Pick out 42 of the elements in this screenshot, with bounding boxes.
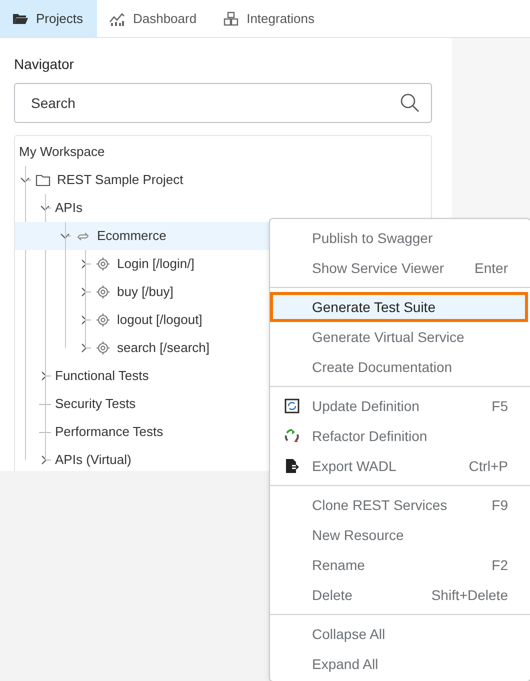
menu-item[interactable]: Generate Virtual Service bbox=[270, 322, 530, 352]
menu-item[interactable]: Create Documentation bbox=[270, 352, 530, 382]
export-icon bbox=[284, 458, 300, 474]
menu-item[interactable]: Clone REST Services F9 bbox=[270, 490, 530, 520]
shortcut-label: F2 bbox=[492, 556, 508, 574]
tree-item[interactable]: APIs bbox=[15, 194, 431, 222]
cycle-arrows-icon bbox=[284, 428, 300, 444]
tree-item[interactable]: My Workspace bbox=[15, 138, 431, 166]
menu-item[interactable]: Expand All bbox=[270, 649, 530, 679]
target-icon bbox=[95, 284, 111, 300]
menu-item[interactable]: New Resource bbox=[270, 520, 530, 550]
folder-icon bbox=[35, 172, 51, 188]
chart-icon bbox=[108, 10, 125, 26]
target-icon bbox=[95, 340, 111, 356]
menu-item[interactable]: Delete Shift+Delete bbox=[270, 580, 530, 610]
menu-item[interactable]: Show Service Viewer Enter bbox=[270, 253, 530, 283]
refresh-icon bbox=[284, 398, 300, 414]
search-icon bbox=[400, 93, 420, 113]
menu-item[interactable]: Collapse All bbox=[270, 619, 530, 649]
chevron-right-icon[interactable] bbox=[79, 258, 91, 270]
navigator-title: Navigator bbox=[14, 55, 75, 74]
target-icon bbox=[95, 256, 111, 272]
shortcut-label: Shift+Delete bbox=[431, 586, 508, 604]
cubes-icon bbox=[222, 10, 239, 26]
chevron-right-icon[interactable] bbox=[39, 370, 51, 382]
search-field[interactable]: Search bbox=[14, 83, 432, 123]
chevron-right-icon[interactable] bbox=[39, 454, 51, 466]
shortcut-label: Ctrl+P bbox=[468, 456, 508, 476]
tree-item[interactable]: REST Sample Project bbox=[15, 166, 431, 194]
menu-item[interactable]: Rename F2 bbox=[270, 550, 530, 580]
chevron-right-icon[interactable] bbox=[79, 286, 91, 298]
chevron-right-icon[interactable] bbox=[79, 314, 91, 326]
menu-item[interactable]: Refactor Definition bbox=[270, 421, 530, 451]
shortcut-label: F5 bbox=[492, 396, 508, 416]
menu-item[interactable]: Export WADL Ctrl+P bbox=[270, 451, 530, 481]
target-icon bbox=[95, 312, 111, 328]
shortcut-label: F9 bbox=[492, 496, 508, 514]
menu-item[interactable]: Generate Test Suite bbox=[270, 292, 528, 322]
menu-item[interactable]: Update Definition F5 bbox=[270, 391, 530, 421]
tab[interactable]: Projects bbox=[0, 0, 97, 37]
shortcut-label: Enter bbox=[474, 258, 508, 278]
chevron-right-icon[interactable] bbox=[79, 342, 91, 354]
